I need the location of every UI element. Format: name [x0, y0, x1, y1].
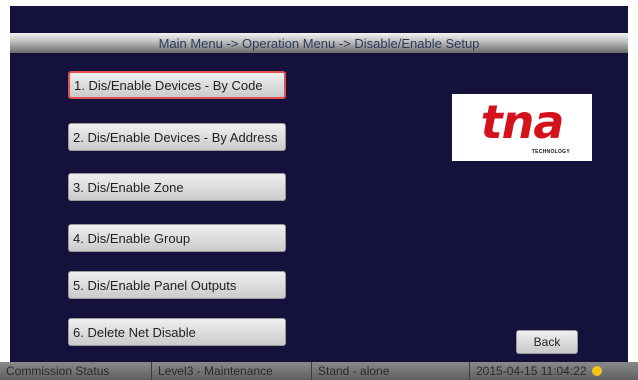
- commission-status[interactable]: Commission Status: [0, 362, 152, 380]
- back-button[interactable]: Back: [516, 330, 578, 354]
- network-mode: Stand - alone: [312, 362, 470, 380]
- menu-item-group[interactable]: 4. Dis/Enable Group: [68, 224, 286, 252]
- menu-item-by-address[interactable]: 2. Dis/Enable Devices - By Address: [68, 123, 286, 151]
- breadcrumb-title: Main Menu -> Operation Menu -> Disable/E…: [10, 33, 628, 53]
- access-level: Level3 - Maintenance: [152, 362, 312, 380]
- status-bar: Commission Status Level3 - Maintenance S…: [0, 362, 638, 380]
- datetime: 2015-04-15 11:04:22: [476, 364, 587, 378]
- logo-subtext: TECHNOLOGY: [531, 149, 570, 155]
- logo-text: tna: [480, 95, 565, 149]
- status-indicator-icon: [591, 366, 602, 376]
- panel-screen: Main Menu -> Operation Menu -> Disable/E…: [10, 6, 628, 380]
- menu-item-by-code[interactable]: 1. Dis/Enable Devices - By Code: [68, 71, 286, 99]
- tna-logo: tna TECHNOLOGY: [452, 94, 592, 161]
- menu-item-zone[interactable]: 3. Dis/Enable Zone: [68, 173, 286, 201]
- menu-item-delete-net-disable[interactable]: 6. Delete Net Disable: [68, 318, 286, 346]
- datetime-cell: 2015-04-15 11:04:22: [470, 362, 638, 380]
- menu-item-panel-outputs[interactable]: 5. Dis/Enable Panel Outputs: [68, 271, 286, 299]
